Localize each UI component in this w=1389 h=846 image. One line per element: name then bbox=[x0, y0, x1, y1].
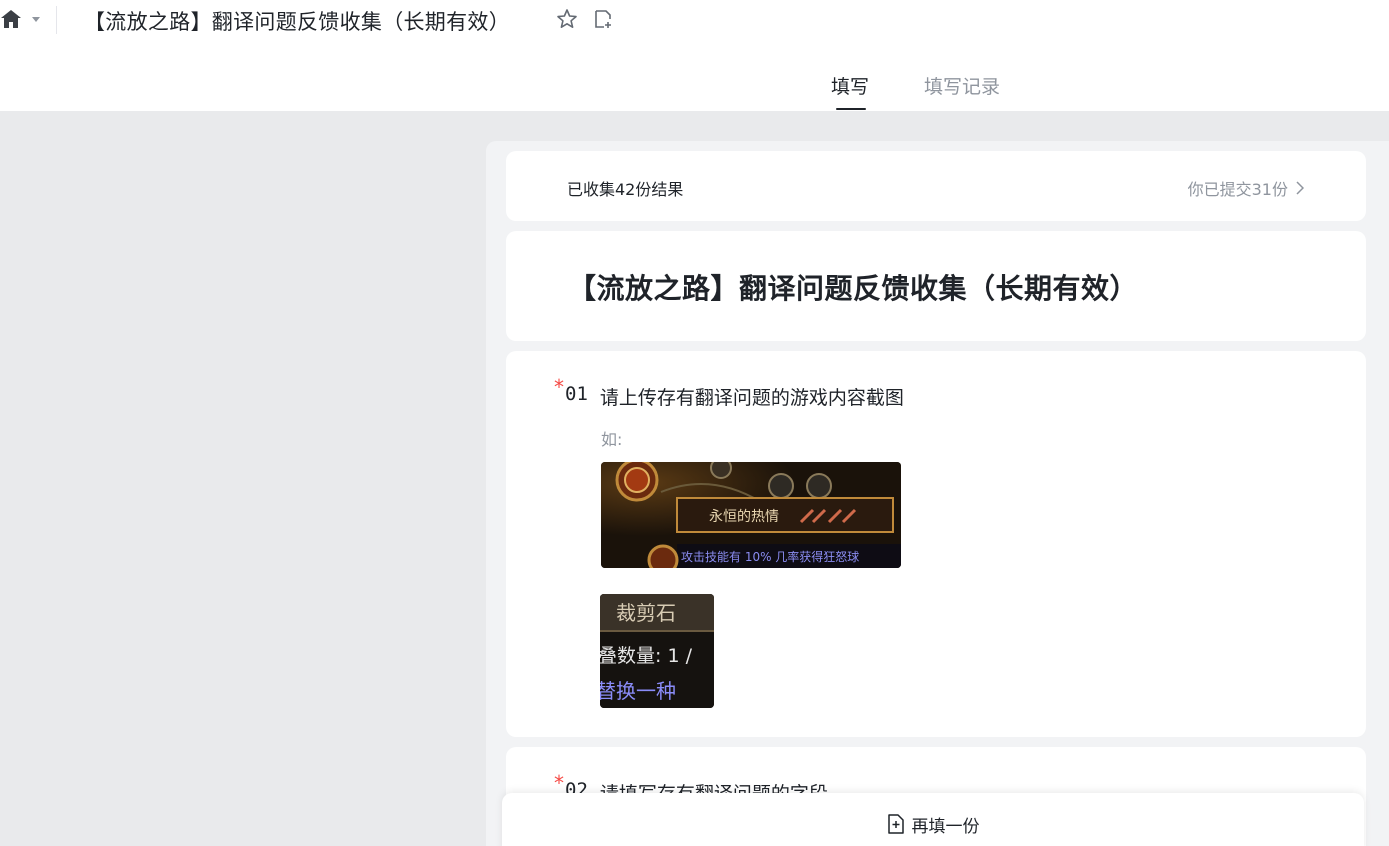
refill-button[interactable]: 再填一份 bbox=[887, 813, 980, 837]
item-description-line: 替换一种 bbox=[600, 679, 676, 703]
add-note-icon[interactable] bbox=[592, 8, 614, 30]
form-title-card: 【流放之路】翻译问题反馈收集（长期有效） bbox=[506, 231, 1366, 341]
required-mark: * bbox=[554, 771, 564, 795]
chevron-down-icon bbox=[32, 16, 40, 22]
document-title: 【流放之路】翻译问题反馈收集（长期有效） bbox=[84, 10, 510, 34]
question-header: * 01 请上传存有翻译问题的游戏内容截图 bbox=[554, 375, 904, 410]
my-submissions-link[interactable]: 你已提交31份 bbox=[1188, 176, 1304, 200]
top-bar: 【流放之路】翻译问题反馈收集（长期有效） 填写 填写记录 bbox=[0, 0, 1389, 111]
tab-fill[interactable]: 填写 bbox=[831, 72, 869, 99]
refill-label: 再填一份 bbox=[911, 816, 980, 837]
item-stack-line: 叠数量: 1 / bbox=[600, 645, 693, 667]
question-hint: 如: bbox=[601, 430, 623, 449]
tab-fill-records[interactable]: 填写记录 bbox=[924, 72, 1000, 99]
game-screenshot-passive-skill-icon: 永恒的热情 攻击技能有 10% 几率获得狂怒球 bbox=[601, 462, 901, 568]
my-submissions-label: 你已提交31份 bbox=[1187, 180, 1288, 199]
passive-skill-description: 攻击技能有 10% 几率获得狂怒球 bbox=[681, 549, 859, 564]
question-card: * 01 请上传存有翻译问题的游戏内容截图 如: 永恒的热情 攻击技能有 10%… bbox=[506, 351, 1366, 737]
submission-stats-card: 已收集42份结果 你已提交31份 bbox=[506, 151, 1366, 221]
collected-count: 已收集42份结果 bbox=[567, 180, 684, 199]
form-title: 【流放之路】翻译问题反馈收集（长期有效） bbox=[568, 272, 1139, 305]
tab-bar: 填写 填写记录 bbox=[0, 70, 1389, 111]
active-tab-indicator bbox=[836, 108, 866, 110]
item-name: 裁剪石 bbox=[616, 601, 676, 625]
passive-skill-name: 永恒的热情 bbox=[709, 509, 779, 525]
example-image-item-tooltip[interactable]: 裁剪石 叠数量: 1 / 替换一种 bbox=[600, 594, 714, 708]
question-text: 请上传存有翻译问题的游戏内容截图 bbox=[599, 387, 904, 409]
bottom-action-bar: 再填一份 bbox=[502, 793, 1364, 846]
divider bbox=[56, 6, 57, 34]
new-document-icon bbox=[887, 814, 904, 834]
required-mark: * bbox=[554, 375, 564, 399]
star-icon[interactable] bbox=[556, 8, 578, 30]
home-icon bbox=[1, 10, 21, 28]
game-screenshot-item-tooltip-icon: 裁剪石 叠数量: 1 / 替换一种 bbox=[600, 594, 714, 708]
question-number: 01 bbox=[565, 383, 588, 405]
chevron-right-icon bbox=[1296, 181, 1304, 195]
example-image-passive-skill[interactable]: 永恒的热情 攻击技能有 10% 几率获得狂怒球 bbox=[601, 462, 901, 568]
home-menu[interactable] bbox=[0, 8, 40, 30]
